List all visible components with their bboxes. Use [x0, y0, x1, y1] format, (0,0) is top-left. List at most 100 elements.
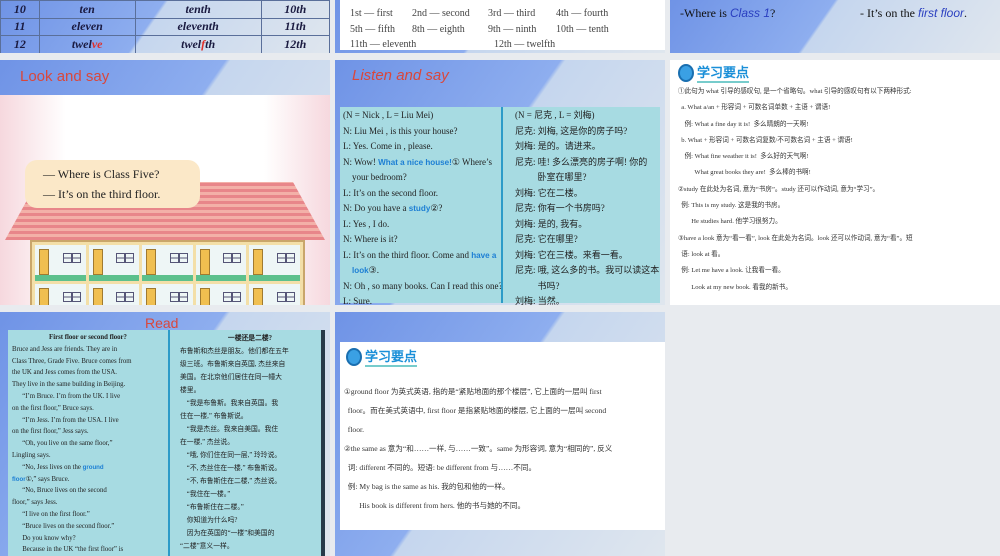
text-line: “No, Bruce lives on the second: [12, 487, 107, 495]
ordinals-list: 1st — first 2nd — second 3rd — third 4th — …: [340, 0, 665, 50]
classroom: [88, 283, 140, 305]
speech-bubble: — Where is Class Five? — It’s on the thir…: [25, 160, 200, 208]
classroom: [142, 283, 193, 305]
text-line: Class Three, Grade Five. Bruce comes fro…: [12, 357, 132, 365]
text-line: 级三班。布鲁斯来自英国, 杰丝来自: [180, 361, 286, 368]
ordinal-item: 1st — first: [350, 8, 393, 19]
table-cell: tenth: [134, 0, 262, 19]
text-line: 词: different 不同的。短语: be different from 与…: [344, 463, 537, 472]
table-cell: 11: [0, 17, 40, 37]
text-line: “不, 布鲁斯住在二楼,” 杰丝说。: [180, 478, 282, 485]
text-line: N: Do you have a study②?: [343, 203, 443, 213]
text-line: 书吗?: [515, 280, 560, 291]
table-cell: 11th: [260, 17, 330, 37]
highlighted-term: study: [408, 204, 431, 213]
classroom: [249, 283, 300, 305]
classroom: [35, 283, 86, 305]
text-line: ②study 在此处为名词, 意为“书房”。study 还可以作动词, 意为“学…: [678, 185, 880, 193]
text-line: 例: My bag is the same as his. 我的包和他的一样。: [344, 482, 510, 491]
school-building-illustration: — Where is Class Five? — It’s on the thir…: [5, 160, 325, 305]
text-line: “我是布鲁斯。我来自英国。我: [180, 400, 279, 407]
text-line: 例: What fine weather it is! 多么好的天气啊!: [678, 153, 809, 161]
reading-chinese: 一楼还是二楼? 布鲁斯和杰丝是朋友。他们都在五年 级三班。布鲁斯来自英国, 杰丝来…: [180, 332, 320, 553]
ordinal-item: 10th — tenth: [556, 23, 609, 35]
ordinal-item: 3rd — third: [488, 8, 536, 19]
text-line: “No, Jess lives on the ground: [12, 463, 104, 471]
text-line: He studies hard. 他学习很努力。: [678, 218, 782, 226]
dialogue-panel: (N = Nick , L = Liu Mei) N: Liu Mei , is …: [340, 107, 660, 305]
text-line: 尼克: 哦, 这么多的书。我可以读这本: [515, 265, 660, 275]
ordinal-item: 5th — fifth: [350, 23, 395, 35]
highlighted-term: ground: [82, 463, 104, 471]
question-text: -Where is Class 1?: [680, 6, 776, 20]
table-cell: 12th: [260, 35, 330, 53]
text-line: a. What a/an + 形容词 + 可数名词单数 + 主语 + 谓语!: [678, 104, 831, 112]
text-line: Look at my new book. 看我的新书。: [678, 283, 792, 291]
text-line: L: It’s on the second floor.: [343, 187, 438, 198]
slide-thumbnail-ordinals[interactable]: 1st — first 2nd — second 3rd — third 4th — …: [335, 0, 665, 53]
text-line: N: Wow! What a nice house!① Where’s: [343, 156, 493, 167]
text-line: the UK and Jess comes from the USA.: [12, 369, 117, 377]
text-line: look③.: [352, 265, 379, 275]
text-line: “Oh, you live on the same floor,”: [12, 440, 113, 448]
text-line: His book is different from hers. 他的书与她的不…: [344, 501, 526, 510]
study-points-logo: 学习要点: [678, 62, 750, 83]
slide-thumbnail-notes-1[interactable]: 学习要点 ①此句为 what 引导的感叹句, 是一个省略句。what 引导的感叹…: [670, 60, 1000, 305]
ordinal-item: 4th — fourth: [556, 8, 609, 19]
table-cell: eleven: [38, 17, 136, 37]
text-line: Bruce and Jess are friends. They are in: [12, 345, 118, 353]
text-line: L: Yes. Come in , please.: [343, 141, 433, 151]
text-line: What great books they are! 多么棒的书啊!: [678, 169, 811, 177]
text-line: floor,” says Jess.: [12, 499, 58, 507]
divider: [501, 107, 503, 303]
ordinal-item: 9th — ninth: [488, 23, 537, 35]
text-line: “不, 杰丝住在一楼,” 布鲁斯说。: [180, 465, 282, 472]
slide-thumbnail-look-and-say[interactable]: Look and say — Where is Class Five? — It’…: [0, 60, 330, 305]
slide-thumbnail-where-is-class[interactable]: -Where is Class 1? - It’s on the first f…: [670, 0, 1000, 53]
text-line: 卧室在哪里?: [515, 172, 587, 182]
text-line: “布鲁斯住在二楼。”: [180, 504, 244, 511]
mascot-icon: [678, 63, 694, 82]
text-line: L: Yes , I do.: [343, 218, 390, 229]
ordinal-item: 12th — twelfth: [494, 39, 556, 50]
text-line: “二楼”意义一样。: [180, 543, 234, 550]
text-line: Do you know why?: [12, 534, 76, 542]
text-line: “Bruce lives on the second floor.”: [12, 522, 115, 530]
text-line: “I’m Bruce. I’m from the UK. I live: [12, 392, 121, 400]
ordinal-item: 11th — eleventh: [350, 39, 417, 50]
text-line: ②the same as 意为“和……一样, 与……一致”。same 为形容词,…: [344, 444, 613, 453]
highlighted-term: have a: [471, 250, 497, 260]
mascot-icon: [346, 347, 362, 366]
text-line: 刘梅: 是的, 我有。: [515, 218, 588, 229]
text-line: “I live on the first floor.”: [12, 510, 90, 518]
ordinal-item: 2nd — second: [412, 8, 470, 19]
answer-text: - It’s on the first floor.: [860, 6, 968, 20]
text-line: 刘梅: 它在三楼。来看一看。: [515, 249, 628, 260]
table-row: 11 eleven eleventh 11th: [0, 17, 330, 37]
slide-thumbnail-listen-and-say[interactable]: Listen and say (N = Nick , L = Liu Mei) N…: [335, 60, 665, 305]
table-cell: 10: [0, 0, 40, 19]
text-line: “我住在一楼。”: [180, 491, 231, 498]
notes-panel: 学习要点 ①ground floor 为英式英语, 指的是“紧贴地面的那个楼层”…: [340, 342, 665, 530]
table-cell: 12: [0, 35, 40, 53]
reading-panel: First floor or second floor? Bruce and J…: [8, 330, 325, 556]
ordinal-table: 10 ten tenth 10th 11 eleven eleventh 11th 12 twel…: [0, 0, 330, 53]
table-cell: twelve: [38, 35, 136, 53]
text-line: 刘梅: 是的。请进来。: [515, 141, 601, 151]
text-line: 例: Let me have a look. 让我看一看。: [678, 267, 785, 275]
text-line: “哦, 你们住在同一层,” 玲玲说。: [180, 452, 282, 459]
text-line: 例: What a fine day it is! 多么晴朗的一天啊!: [678, 120, 809, 128]
slide-thumbnail-read[interactable]: Read First floor or second floor? Bruce …: [0, 312, 330, 556]
text-line: 尼克: 它在哪里?: [515, 234, 578, 244]
slide-thumbnail-notes-2[interactable]: 学习要点 ①ground floor 为英式英语, 指的是“紧贴地面的那个楼层”…: [335, 312, 665, 556]
text-line: ③have a look 意为“看一看”, look 在此处为名词。look 还…: [678, 234, 913, 242]
text-line: 尼克: 哇! 多么漂亮的房子啊! 你的: [515, 156, 648, 167]
text-line: N: Oh , so many books. Can I read this o…: [343, 280, 503, 291]
text-line: (N = Nick , L = Liu Mei): [343, 110, 434, 120]
slide-thumbnail-ordinal-table[interactable]: 10 ten tenth 10th 11 eleven eleventh 11th 12 twel…: [0, 0, 330, 53]
highlighted-term: look: [352, 266, 369, 275]
text-line: L: It’s on the third floor. Come and hav…: [343, 249, 497, 260]
text-line: 布鲁斯和杰丝是朋友。他们都在五年: [180, 348, 289, 355]
slide-title: Read: [145, 315, 179, 331]
text-line: “I’m Jess. I’m from the USA. I live: [12, 416, 119, 424]
